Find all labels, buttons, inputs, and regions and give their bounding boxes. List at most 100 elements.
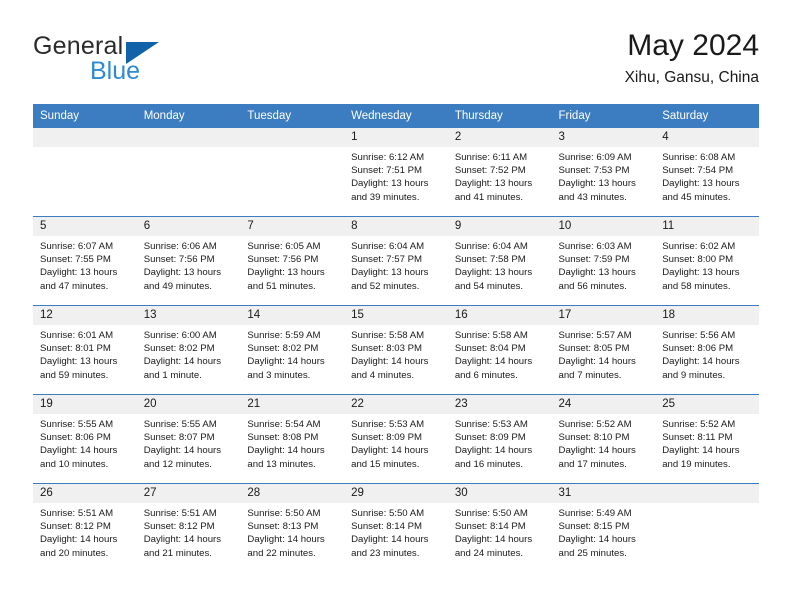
day-details: Sunrise: 5:53 AM Sunset: 8:09 PM Daylight:… (448, 414, 552, 471)
day-details: Sunrise: 6:05 AM Sunset: 7:56 PM Daylight:… (240, 236, 344, 293)
calendar-day-cell[interactable]: 26 Sunrise: 5:51 AM Sunset: 8:12 PM Dayligh… (33, 483, 137, 572)
calendar-day-cell[interactable]: 30 Sunrise: 5:50 AM Sunset: 8:14 PM Dayligh… (447, 483, 552, 572)
calendar-day-cell[interactable]: 11 Sunrise: 6:02 AM Sunset: 8:00 PM Dayligh… (655, 216, 759, 306)
day-number: 17 (551, 306, 656, 325)
daylight-text-line2: and 56 minutes. (558, 280, 627, 292)
page-title: May 2024 (627, 29, 759, 62)
day-number: 24 (551, 395, 656, 414)
calendar-empty-cell (136, 128, 241, 217)
daylight-text-line1: Daylight: 14 hours (662, 356, 740, 368)
daylight-text-line1: Daylight: 14 hours (143, 356, 222, 368)
calendar-day-cell[interactable]: 24 Sunrise: 5:52 AM Sunset: 8:10 PM Dayligh… (551, 394, 656, 484)
calendar-empty-cell (240, 128, 345, 217)
sunrise-text: Sunrise: 5:53 AM (454, 419, 528, 430)
daylight-text-line2: and 45 minutes. (662, 191, 731, 203)
day-details: Sunrise: 5:53 AM Sunset: 8:09 PM Daylight:… (344, 414, 448, 471)
calendar-day-cell[interactable]: 7 Sunrise: 6:05 AM Sunset: 7:56 PM Daylight… (240, 216, 345, 306)
sunrise-text: Sunrise: 5:52 AM (662, 419, 736, 430)
daylight-text-line2: and 15 minutes. (351, 458, 420, 470)
calendar-empty-cell (33, 128, 137, 217)
daylight-text-line2: and 54 minutes. (454, 280, 524, 292)
sunrise-text: Sunrise: 6:02 AM (662, 241, 736, 252)
sunrise-text: Sunrise: 5:51 AM (143, 508, 217, 519)
sunset-text: Sunset: 7:55 PM (40, 254, 111, 266)
calendar-day-cell[interactable]: 12 Sunrise: 6:01 AM Sunset: 8:01 PM Dayligh… (33, 305, 137, 395)
daylight-text-line1: Daylight: 13 hours (454, 178, 533, 190)
day-details: Sunrise: 5:58 AM Sunset: 8:04 PM Daylight:… (448, 325, 552, 382)
sunset-text: Sunset: 8:08 PM (247, 432, 319, 444)
sunset-text: Sunset: 8:07 PM (143, 432, 215, 444)
calendar-day-cell[interactable]: 23 Sunrise: 5:53 AM Sunset: 8:09 PM Dayligh… (447, 394, 552, 484)
day-details: Sunrise: 6:04 AM Sunset: 7:58 PM Daylight:… (448, 236, 552, 293)
calendar-week-row: 5 Sunrise: 6:07 AM Sunset: 7:55 PM Daylight… (33, 216, 759, 306)
day-number: 20 (136, 395, 241, 414)
calendar-day-cell[interactable]: 21 Sunrise: 5:54 AM Sunset: 8:08 PM Dayligh… (240, 394, 345, 484)
calendar-week-row: 26 Sunrise: 5:51 AM Sunset: 8:12 PM Dayligh… (33, 483, 759, 572)
day-number: 23 (447, 395, 552, 414)
calendar-day-cell[interactable]: 3 Sunrise: 6:09 AM Sunset: 7:53 PM Daylight… (551, 128, 656, 217)
day-number: 25 (655, 395, 759, 414)
sunrise-text: Sunrise: 6:06 AM (143, 241, 217, 252)
calendar-day-cell[interactable]: 15 Sunrise: 5:58 AM Sunset: 8:03 PM Dayligh… (344, 305, 448, 395)
calendar-day-cell[interactable]: 10 Sunrise: 6:03 AM Sunset: 7:59 PM Dayligh… (551, 216, 656, 306)
sunrise-text: Sunrise: 5:55 AM (40, 419, 114, 430)
day-number (33, 128, 137, 147)
sunrise-text: Sunrise: 5:54 AM (247, 419, 321, 430)
sunset-text: Sunset: 7:57 PM (351, 254, 423, 266)
daylight-text-line2: and 51 minutes. (247, 280, 316, 292)
day-details: Sunrise: 5:51 AM Sunset: 8:12 PM Daylight:… (33, 503, 137, 560)
calendar-empty-cell (655, 483, 759, 572)
brand-logo[interactable]: General Blue (33, 32, 253, 90)
sunrise-text: Sunrise: 5:49 AM (558, 508, 632, 519)
calendar-day-cell[interactable]: 28 Sunrise: 5:50 AM Sunset: 8:13 PM Dayligh… (240, 483, 345, 572)
calendar-day-cell[interactable]: 1 Sunrise: 6:12 AM Sunset: 7:51 PM Daylight… (344, 128, 448, 217)
calendar-day-cell[interactable]: 13 Sunrise: 6:00 AM Sunset: 8:02 PM Dayligh… (136, 305, 241, 395)
daylight-text-line2: and 39 minutes. (351, 191, 420, 203)
daylight-text-line1: Daylight: 14 hours (143, 445, 222, 457)
calendar-day-cell[interactable]: 14 Sunrise: 5:59 AM Sunset: 8:02 PM Dayligh… (240, 305, 345, 395)
calendar-day-cell[interactable]: 25 Sunrise: 5:52 AM Sunset: 8:11 PM Dayligh… (655, 394, 759, 484)
calendar-day-cell[interactable]: 6 Sunrise: 6:06 AM Sunset: 7:56 PM Daylight… (136, 216, 241, 306)
day-number: 13 (136, 306, 241, 325)
calendar-day-cell[interactable]: 19 Sunrise: 5:55 AM Sunset: 8:06 PM Dayligh… (33, 394, 137, 484)
sunset-text: Sunset: 8:00 PM (662, 254, 734, 266)
daylight-text-line2: and 52 minutes. (351, 280, 420, 292)
calendar-week-row: 1 Sunrise: 6:12 AM Sunset: 7:51 PM Daylight… (33, 128, 759, 217)
day-number: 5 (33, 217, 137, 236)
day-details: Sunrise: 5:57 AM Sunset: 8:05 PM Daylight:… (552, 325, 656, 382)
daylight-text-line1: Daylight: 14 hours (454, 445, 533, 457)
calendar-grid: Sunday Monday Tuesday Wednesday Thursday… (33, 104, 759, 572)
sunrise-text: Sunrise: 6:03 AM (558, 241, 632, 252)
calendar-day-cell[interactable]: 20 Sunrise: 5:55 AM Sunset: 8:07 PM Dayligh… (136, 394, 241, 484)
calendar-day-cell[interactable]: 9 Sunrise: 6:04 AM Sunset: 7:58 PM Daylight… (447, 216, 552, 306)
sunset-text: Sunset: 7:58 PM (454, 254, 526, 266)
calendar-day-cell[interactable]: 16 Sunrise: 5:58 AM Sunset: 8:04 PM Dayligh… (447, 305, 552, 395)
daylight-text-line2: and 7 minutes. (558, 369, 622, 381)
calendar-day-cell[interactable]: 4 Sunrise: 6:08 AM Sunset: 7:54 PM Daylight… (655, 128, 759, 217)
calendar-day-cell[interactable]: 17 Sunrise: 5:57 AM Sunset: 8:05 PM Dayligh… (551, 305, 656, 395)
calendar-day-cell[interactable]: 18 Sunrise: 5:56 AM Sunset: 8:06 PM Dayligh… (655, 305, 759, 395)
calendar-day-cell[interactable]: 27 Sunrise: 5:51 AM Sunset: 8:12 PM Dayligh… (136, 483, 241, 572)
sunrise-text: Sunrise: 5:50 AM (351, 508, 425, 519)
day-details: Sunrise: 6:00 AM Sunset: 8:02 PM Daylight:… (137, 325, 241, 382)
day-details: Sunrise: 6:08 AM Sunset: 7:54 PM Daylight:… (655, 147, 759, 204)
day-details: Sunrise: 5:59 AM Sunset: 8:02 PM Daylight:… (240, 325, 344, 382)
sunrise-text: Sunrise: 6:12 AM (351, 152, 425, 163)
calendar-day-cell[interactable]: 22 Sunrise: 5:53 AM Sunset: 8:09 PM Dayligh… (344, 394, 448, 484)
weekday-header-saturday: Saturday (655, 104, 759, 128)
sunset-text: Sunset: 7:56 PM (247, 254, 319, 266)
calendar-day-cell[interactable]: 2 Sunrise: 6:11 AM Sunset: 7:52 PM Daylight… (447, 128, 552, 217)
calendar-day-cell[interactable]: 29 Sunrise: 5:50 AM Sunset: 8:14 PM Dayligh… (344, 483, 448, 572)
daylight-text-line2: and 3 minutes. (247, 369, 311, 381)
day-details: Sunrise: 6:02 AM Sunset: 8:00 PM Daylight:… (655, 236, 759, 293)
daylight-text-line2: and 10 minutes. (40, 458, 109, 470)
daylight-text-line1: Daylight: 14 hours (351, 445, 429, 457)
calendar-day-cell[interactable]: 31 Sunrise: 5:49 AM Sunset: 8:15 PM Dayligh… (551, 483, 656, 572)
daylight-text-line1: Daylight: 14 hours (454, 534, 533, 546)
sunrise-text: Sunrise: 5:58 AM (454, 330, 528, 341)
sunset-text: Sunset: 8:02 PM (247, 343, 319, 355)
day-details: Sunrise: 5:50 AM Sunset: 8:13 PM Daylight:… (240, 503, 344, 560)
calendar-day-cell[interactable]: 5 Sunrise: 6:07 AM Sunset: 7:55 PM Daylight… (33, 216, 137, 306)
calendar-day-cell[interactable]: 8 Sunrise: 6:04 AM Sunset: 7:57 PM Daylight… (344, 216, 448, 306)
daylight-text-line2: and 21 minutes. (143, 547, 212, 559)
